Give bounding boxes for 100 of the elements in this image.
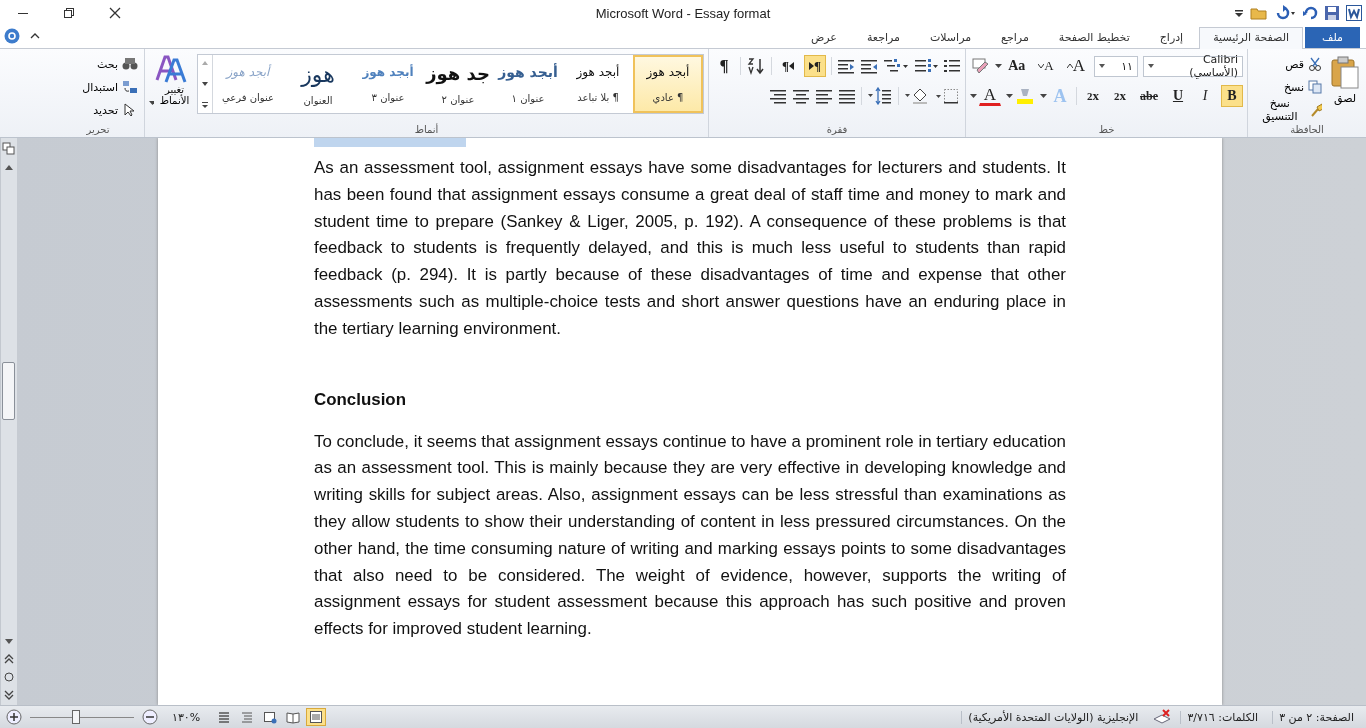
body-paragraph: As an assessment tool, assignment essays have some disadvantages for lecturers and students. It has been found that assignment essays consume a great deal of staff time and money to mark and student time to prepare (Sankey & Liger, 2005, p. 192). A consequence of these problems is that feedback to students is frequently delayed, and this is much less useful to students than rapid feedback (p. 294). It is partly because of these disadvantages of time and expense that other assessments such as multiple-choice tests and short answer questions have an enduring place in the tertiary learning environment. bbox=[314, 157, 1066, 340]
font-name-field[interactable]: Calibri (الأساسي) bbox=[1143, 55, 1243, 77]
ribbon-tab[interactable]: مراسلات bbox=[915, 27, 986, 48]
font-color-button[interactable]: A bbox=[979, 86, 1001, 106]
body-paragraph: To conclude, it seems that assignment essays continue to have a prominent role in tertiary education as an assessment tool. This is mainly because they are very effective in developing knowledge and writing skills for subject areas. Also, assignment essays can be less stressful than examinations as they allow students to show their understanding of content in less pressured circumstances. On the other hand, the time consuming nature of writing and marking essays points to some disadvantages that also need to be considered. The weight of evidence, however, supports the writing of assignment essays for student assessment because this approach has such positive and proven effects for improved student learning. bbox=[314, 430, 1066, 641]
window-title: Microsoft Word - Essay format bbox=[594, 5, 772, 21]
style-gallery-item[interactable]: أبجد هوز ¶ عادي bbox=[633, 55, 703, 113]
word-logo-icon[interactable] bbox=[1346, 5, 1362, 21]
dropdown-caret-icon bbox=[149, 101, 154, 106]
clipboard-button[interactable]: نسخ bbox=[1252, 77, 1324, 97]
ribbon-tab[interactable]: مراجعة bbox=[852, 27, 914, 48]
ribbon-tab[interactable]: ملف bbox=[1305, 27, 1360, 48]
group-label: خط bbox=[1098, 123, 1115, 135]
proofing-error-icon[interactable] bbox=[1152, 709, 1173, 725]
ribbon-tab[interactable]: الصفحة الرئيسية bbox=[1199, 27, 1304, 49]
borders-icon[interactable] bbox=[935, 88, 961, 104]
book-icon bbox=[286, 710, 301, 724]
next-page-icon[interactable] bbox=[3, 689, 15, 701]
zoom-level[interactable]: %١٣٠ bbox=[166, 710, 207, 724]
dropdown-caret-icon[interactable] bbox=[1006, 93, 1013, 99]
ribbon-tab[interactable]: تخطيط الصفحة bbox=[1044, 27, 1144, 48]
style-gallery-item[interactable]: أبجد هوز عنوان ٣ bbox=[353, 55, 423, 113]
lines-icon bbox=[217, 710, 232, 724]
increase-indent-icon[interactable] bbox=[860, 58, 878, 74]
collapse-ribbon-icon[interactable] bbox=[30, 31, 40, 41]
outline-icon bbox=[240, 710, 255, 724]
ribbon-tab[interactable]: مراجع bbox=[987, 27, 1043, 48]
zoom-in-icon[interactable] bbox=[6, 709, 22, 725]
more-icon[interactable] bbox=[200, 100, 210, 110]
align-icon[interactable] bbox=[792, 88, 810, 104]
style-gallery-item[interactable]: أبجد هوز عنوان ١ bbox=[493, 55, 563, 113]
browse-object-icon[interactable] bbox=[3, 671, 15, 683]
show-marks-button[interactable]: ¶ bbox=[713, 55, 735, 77]
binoculars-icon bbox=[122, 57, 138, 71]
text-direction-button[interactable]: ¶ bbox=[777, 55, 799, 77]
section-heading: Conclusion bbox=[314, 388, 407, 411]
font-style-button[interactable]: abe bbox=[1136, 85, 1162, 107]
copy-icon bbox=[1308, 80, 1322, 94]
style-gallery-item[interactable]: أبجد هوز عنوان فرعي bbox=[213, 55, 283, 113]
change-case-button[interactable]: Aa bbox=[1004, 55, 1030, 77]
line-spacing-icon[interactable] bbox=[867, 87, 893, 105]
font-style-button[interactable]: U bbox=[1167, 85, 1189, 107]
restore-icon bbox=[63, 7, 75, 19]
redo-icon[interactable] bbox=[1302, 5, 1318, 21]
font-size-field[interactable]: ١١ bbox=[1094, 55, 1138, 77]
previous-page-icon[interactable] bbox=[3, 653, 15, 665]
clipboard-button[interactable]: قص bbox=[1252, 54, 1324, 74]
ruler-toggle-icon[interactable] bbox=[2, 142, 16, 156]
undo-icon[interactable] bbox=[1274, 5, 1296, 21]
dropdown-caret-icon[interactable] bbox=[995, 63, 1003, 69]
paintbrush-icon bbox=[1309, 103, 1322, 117]
align-icon[interactable] bbox=[838, 88, 856, 104]
decrease-indent-icon[interactable] bbox=[837, 58, 855, 74]
left-triangle-icon bbox=[789, 62, 794, 70]
align-icon[interactable] bbox=[815, 88, 833, 104]
multilevel-list-icon[interactable] bbox=[883, 58, 909, 74]
shading-icon[interactable] bbox=[904, 87, 930, 105]
change-styles-icon bbox=[155, 54, 187, 84]
web-page-icon bbox=[263, 710, 278, 724]
grow-font-button[interactable]: A bbox=[1062, 55, 1089, 77]
replace-icon bbox=[122, 80, 138, 94]
clipboard-icon bbox=[1330, 56, 1360, 90]
zoom-out-icon[interactable] bbox=[142, 709, 158, 725]
change-styles-button[interactable]: تغيير الأنماط bbox=[149, 54, 193, 106]
group-label: أنماط bbox=[414, 123, 439, 135]
scissors-icon bbox=[1308, 57, 1322, 71]
text-direction-button[interactable]: ¶ bbox=[804, 55, 826, 77]
font-style-button[interactable]: I bbox=[1194, 85, 1216, 107]
align-icon[interactable] bbox=[769, 88, 787, 104]
right-triangle-icon bbox=[809, 62, 814, 70]
bullet-list-icon[interactable] bbox=[943, 58, 961, 74]
folder-icon[interactable] bbox=[1250, 5, 1268, 21]
scrollbar-thumb[interactable] bbox=[2, 362, 15, 420]
group-label: فقرة bbox=[826, 123, 848, 135]
zoom-slider-thumb[interactable] bbox=[71, 709, 80, 724]
language-indicator[interactable]: الإنجليزية (الولايات المتحدة الأمريكية) bbox=[961, 710, 1145, 724]
editing-button[interactable]: بحث bbox=[95, 54, 140, 74]
paste-button[interactable]: لصق bbox=[1328, 54, 1362, 107]
ribbon-tab[interactable]: عرض bbox=[797, 27, 851, 48]
ribbon-tab[interactable]: إدراج bbox=[1145, 27, 1198, 48]
shrink-font-button[interactable]: A bbox=[1034, 55, 1058, 77]
dropdown-caret-icon[interactable] bbox=[970, 93, 977, 99]
font-style-button[interactable]: B bbox=[1221, 85, 1243, 107]
editing-button[interactable]: تحديد bbox=[91, 100, 140, 120]
style-gallery-item[interactable]: هوز العنوان bbox=[283, 55, 353, 113]
page-icon bbox=[309, 710, 324, 724]
page-count[interactable]: الصفحة: ٢ من ٣ bbox=[1272, 710, 1360, 724]
editing-button[interactable]: استبدال bbox=[80, 77, 140, 97]
word-count[interactable]: الكلمات: ٣/٧١٦ bbox=[1180, 710, 1265, 724]
style-gallery-item[interactable]: جد هوز عنوان ٢ bbox=[423, 55, 493, 113]
style-gallery-item[interactable]: أبجد هوز ¶ بلا تباعد bbox=[563, 55, 633, 113]
dropdown-caret-icon[interactable] bbox=[1040, 93, 1047, 99]
numbered-list-icon[interactable] bbox=[914, 58, 938, 74]
clear-formatting-icon[interactable] bbox=[972, 58, 991, 74]
close-icon bbox=[109, 7, 121, 19]
save-icon[interactable] bbox=[1324, 5, 1340, 21]
view-button[interactable] bbox=[306, 708, 327, 726]
help-icon[interactable] bbox=[4, 28, 20, 44]
sort-icon[interactable] bbox=[746, 57, 766, 75]
group-label: الحافظة bbox=[1290, 123, 1324, 135]
